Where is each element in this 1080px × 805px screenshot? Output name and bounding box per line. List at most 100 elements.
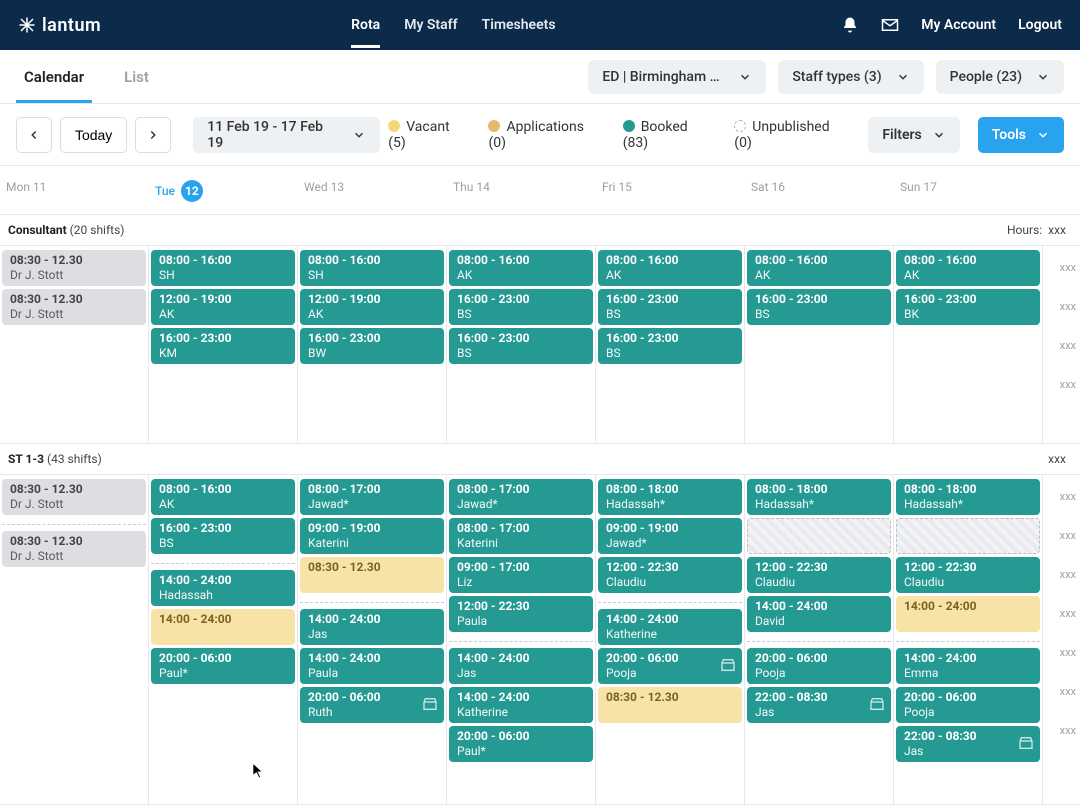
day-wed[interactable]: Wed 13 bbox=[298, 166, 447, 214]
shift[interactable]: 14:00 - 24:00Paula bbox=[300, 648, 444, 684]
shift[interactable]: 08:30 - 12.30Dr J. Stott bbox=[2, 250, 146, 286]
day-thu[interactable]: Thu 14 bbox=[447, 166, 596, 214]
tools-button[interactable]: Tools bbox=[978, 117, 1064, 153]
shift[interactable]: 08:30 - 12.30Dr J. Stott bbox=[2, 289, 146, 325]
shift[interactable]: 08:30 - 12.30Dr J. Stott bbox=[2, 479, 146, 515]
shift[interactable]: 08:00 - 18:00Hadassah* bbox=[747, 479, 891, 515]
shift[interactable]: 16:00 - 23:00KM bbox=[151, 328, 295, 364]
shift[interactable]: 20:00 - 06:00Paul* bbox=[449, 726, 593, 762]
col-fri[interactable]: 08:00 - 16:00AK16:00 - 23:00BS16:00 - 23… bbox=[596, 246, 745, 444]
shift[interactable]: 08:00 - 18:00Hadassah* bbox=[896, 479, 1040, 515]
shift[interactable]: 08:00 - 16:00AK bbox=[598, 250, 742, 286]
shift[interactable]: 08:00 - 17:00Jawad* bbox=[449, 479, 593, 515]
shift[interactable]: 08:00 - 17:00Jawad* bbox=[300, 479, 444, 515]
shift[interactable]: 08:00 - 16:00AK bbox=[896, 250, 1040, 286]
shift[interactable]: 20:00 - 06:00Paul* bbox=[151, 648, 295, 684]
nav-mystaff[interactable]: My Staff bbox=[404, 3, 457, 48]
shift[interactable]: 12:00 - 22:30Paula bbox=[449, 596, 593, 632]
shift[interactable]: 14:00 - 24:00Katherine bbox=[598, 609, 742, 645]
col-sat[interactable]: 08:00 - 18:00Hadassah* 12:00 - 22:30Claud… bbox=[745, 475, 894, 805]
people-filter[interactable]: People (23) bbox=[936, 60, 1064, 94]
day-tue[interactable]: Tue12 bbox=[149, 166, 298, 214]
shift[interactable]: 12:00 - 19:00AK bbox=[151, 289, 295, 325]
shift[interactable]: 16:00 - 23:00BS bbox=[449, 289, 593, 325]
shift[interactable]: 14:00 - 24:00Emma bbox=[896, 648, 1040, 684]
col-wed[interactable]: 08:00 - 16:00SH12:00 - 19:00AK16:00 - 23… bbox=[298, 246, 447, 444]
shift[interactable]: 08:00 - 16:00AK bbox=[449, 250, 593, 286]
nav-timesheets[interactable]: Timesheets bbox=[482, 3, 556, 48]
col-sun[interactable]: 08:00 - 18:00Hadassah* 12:00 - 22:30Claud… bbox=[894, 475, 1043, 805]
shift[interactable]: 12:00 - 19:00AK bbox=[300, 289, 444, 325]
shift[interactable]: 08:30 - 12.30Dr J. Stott bbox=[2, 531, 146, 567]
shift[interactable] bbox=[896, 518, 1040, 554]
shift[interactable]: 08:00 - 17:00Katerini bbox=[449, 518, 593, 554]
col-mon[interactable]: 08:30 - 12.30Dr J. Stott08:30 - 12.30Dr … bbox=[0, 246, 149, 444]
my-account-link[interactable]: My Account bbox=[921, 17, 996, 33]
shift[interactable]: 09:00 - 17:00Liz bbox=[449, 557, 593, 593]
shift[interactable]: 14:00 - 24:00Jas bbox=[449, 648, 593, 684]
shift[interactable]: 08:00 - 16:00SH bbox=[151, 250, 295, 286]
day-fri[interactable]: Fri 15 bbox=[596, 166, 745, 214]
tab-calendar[interactable]: Calendar bbox=[16, 50, 92, 103]
shift[interactable]: 08:30 - 12.30 bbox=[598, 687, 742, 723]
col-sat[interactable]: 08:00 - 16:00AK16:00 - 23:00BS bbox=[745, 246, 894, 444]
location-filter[interactable]: ED | Birmingham C... bbox=[588, 60, 766, 94]
shift[interactable]: 08:00 - 16:00AK bbox=[151, 479, 295, 515]
shift[interactable]: 22:00 - 08:30Jas bbox=[896, 726, 1040, 762]
logout-link[interactable]: Logout bbox=[1018, 17, 1062, 33]
shift[interactable]: 08:00 - 16:00AK bbox=[747, 250, 891, 286]
shift[interactable]: 20:00 - 06:00Pooja bbox=[747, 648, 891, 684]
mail-icon[interactable] bbox=[881, 16, 899, 34]
col-wed[interactable]: 08:00 - 17:00Jawad*09:00 - 19:00Katerini… bbox=[298, 475, 447, 805]
shift[interactable]: 16:00 - 23:00BS bbox=[598, 328, 742, 364]
shift-person: AK bbox=[159, 307, 287, 322]
shift[interactable]: 20:00 - 06:00Pooja bbox=[598, 648, 742, 684]
brand-logo[interactable]: lantum bbox=[18, 15, 101, 36]
staff-types-filter[interactable]: Staff types (3) bbox=[778, 60, 923, 94]
col-mon[interactable]: 08:30 - 12.30Dr J. Stott 08:30 - 12.30Dr … bbox=[0, 475, 149, 805]
col-sun[interactable]: 08:00 - 16:00AK16:00 - 23:00BK bbox=[894, 246, 1043, 444]
nav-rota[interactable]: Rota bbox=[351, 3, 380, 48]
day-sun[interactable]: Sun 17 bbox=[894, 166, 1043, 214]
shift[interactable]: 09:00 - 19:00Katerini bbox=[300, 518, 444, 554]
col-tue[interactable]: 08:00 - 16:00SH12:00 - 19:00AK16:00 - 23… bbox=[149, 246, 298, 444]
shift[interactable]: 20:00 - 06:00Ruth bbox=[300, 687, 444, 723]
shift[interactable]: 12:00 - 22:30Claudiu bbox=[598, 557, 742, 593]
shift[interactable]: 16:00 - 23:00BS bbox=[449, 328, 593, 364]
shift[interactable]: 14:00 - 24:00 bbox=[896, 596, 1040, 632]
filters-button[interactable]: Filters bbox=[868, 117, 959, 153]
next-week-button[interactable] bbox=[135, 117, 171, 153]
shift[interactable]: 16:00 - 23:00BS bbox=[598, 289, 742, 325]
date-range-select[interactable]: 11 Feb 19 - 17 Feb 19 bbox=[193, 117, 380, 153]
shift[interactable]: 16:00 - 23:00BS bbox=[151, 518, 295, 554]
shift[interactable]: 14:00 - 24:00Hadassah bbox=[151, 570, 295, 606]
col-tue[interactable]: 08:00 - 16:00AK16:00 - 23:00BS 14:00 - 24… bbox=[149, 475, 298, 805]
shift-time: 12:00 - 19:00 bbox=[159, 292, 287, 307]
today-button[interactable]: Today bbox=[60, 117, 127, 153]
shift[interactable]: 12:00 - 22:30Claudiu bbox=[747, 557, 891, 593]
shift[interactable]: 08:30 - 12.30 bbox=[300, 557, 444, 593]
shift[interactable] bbox=[747, 518, 891, 554]
bell-icon[interactable] bbox=[841, 16, 859, 34]
shift[interactable]: 16:00 - 23:00BW bbox=[300, 328, 444, 364]
shift[interactable]: 14:00 - 24:00David bbox=[747, 596, 891, 632]
shift[interactable]: 16:00 - 23:00BS bbox=[747, 289, 891, 325]
chevron-down-icon bbox=[738, 70, 752, 84]
shift[interactable]: 16:00 - 23:00BK bbox=[896, 289, 1040, 325]
col-thu[interactable]: 08:00 - 16:00AK16:00 - 23:00BS16:00 - 23… bbox=[447, 246, 596, 444]
prev-week-button[interactable] bbox=[16, 117, 52, 153]
day-sat[interactable]: Sat 16 bbox=[745, 166, 894, 214]
tab-list[interactable]: List bbox=[116, 50, 157, 103]
shift[interactable]: 22:00 - 08:30Jas bbox=[747, 687, 891, 723]
day-mon[interactable]: Mon 11 bbox=[0, 166, 149, 214]
shift[interactable]: 12:00 - 22:30Claudiu bbox=[896, 557, 1040, 593]
shift[interactable]: 14:00 - 24:00Jas bbox=[300, 609, 444, 645]
shift[interactable]: 08:00 - 16:00SH bbox=[300, 250, 444, 286]
col-thu[interactable]: 08:00 - 17:00Jawad*08:00 - 17:00Katerini… bbox=[447, 475, 596, 805]
shift[interactable]: 14:00 - 24:00 bbox=[151, 609, 295, 645]
shift[interactable]: 08:00 - 18:00Hadassah* bbox=[598, 479, 742, 515]
shift[interactable]: 20:00 - 06:00Pooja bbox=[896, 687, 1040, 723]
shift[interactable]: 09:00 - 19:00Jawad* bbox=[598, 518, 742, 554]
shift[interactable]: 14:00 - 24:00Katherine bbox=[449, 687, 593, 723]
col-fri[interactable]: 08:00 - 18:00Hadassah*09:00 - 19:00Jawad… bbox=[596, 475, 745, 805]
